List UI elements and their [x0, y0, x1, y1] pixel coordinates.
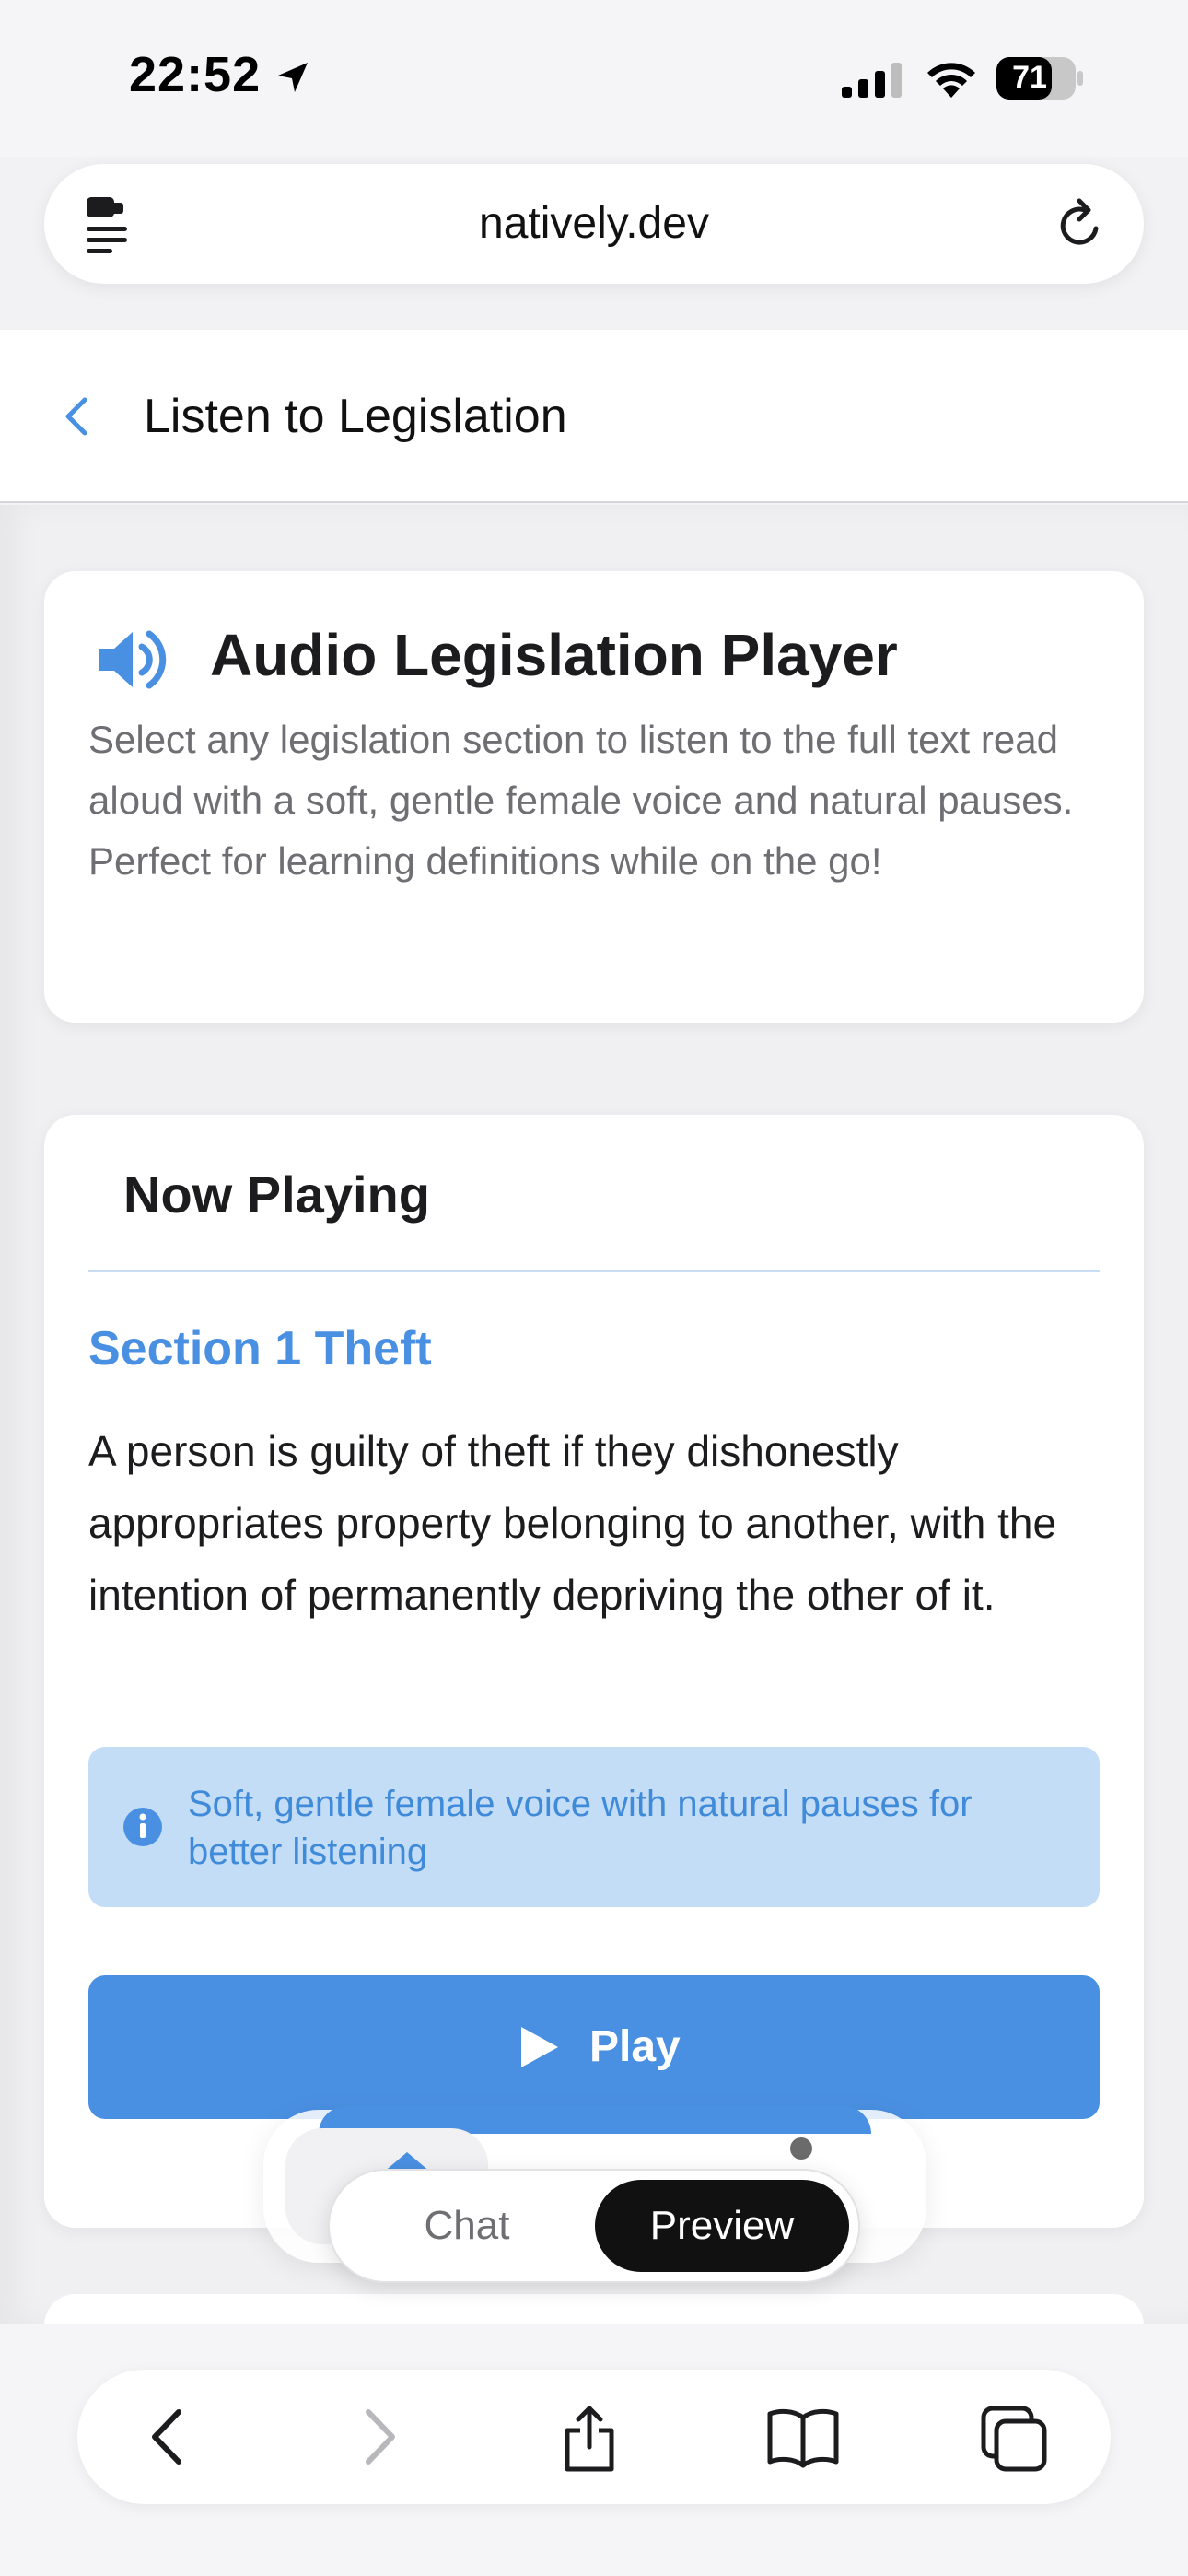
bookmarks-icon[interactable] [766, 2405, 840, 2469]
toolbar-pill [77, 2370, 1111, 2504]
next-card [44, 2294, 1144, 2324]
play-icon [521, 2027, 558, 2067]
reload-icon[interactable] [1055, 197, 1107, 252]
intro-card: Audio Legislation Player Select any legi… [44, 571, 1144, 1023]
status-time: 22:52 [129, 47, 262, 102]
nav-back-icon[interactable] [144, 2405, 190, 2469]
voice-info-banner: Soft, gentle female voice with natural p… [88, 1747, 1100, 1907]
location-arrow-icon [278, 63, 308, 92]
play-label: Play [589, 2022, 681, 2071]
chat-tab[interactable]: Chat [357, 2171, 577, 2281]
voice-info-text: Soft, gentle female voice with natural p… [188, 1784, 973, 1872]
status-bar: 22:52 71 [0, 0, 1188, 157]
back-chevron-icon[interactable] [63, 396, 90, 437]
share-icon[interactable] [560, 2405, 619, 2473]
now-playing-card: Now Playing Section 1 Theft A person is … [44, 1115, 1144, 2228]
player-title: Audio Legislation Player [210, 622, 898, 688]
preview-tab[interactable]: Preview [595, 2180, 849, 2272]
speaker-icon [99, 630, 167, 689]
page-title: Listen to Legislation [144, 390, 567, 443]
view-toggle: Chat Preview [328, 2169, 860, 2283]
url-text[interactable]: natively.dev [44, 164, 1144, 284]
play-button[interactable]: Play [88, 1975, 1100, 2119]
divider [88, 1270, 1100, 1272]
wifi-icon [927, 63, 975, 98]
app-header: Listen to Legislation [0, 330, 1188, 503]
now-playing-heading: Now Playing [123, 1165, 430, 1224]
battery-level: 71 [1012, 60, 1047, 95]
nav-forward-icon[interactable] [357, 2405, 403, 2469]
tabs-icon[interactable] [980, 2405, 1048, 2473]
main-content[interactable]: Audio Legislation Player Select any legi… [0, 505, 1188, 2324]
browser-toolbar [0, 2324, 1188, 2576]
section-title: Section 1 Theft [88, 1322, 432, 1376]
section-body: A person is guilty of theft if they dish… [88, 1427, 1057, 1619]
browser-address-bar[interactable]: natively.dev [44, 164, 1144, 284]
user-icon[interactable] [790, 2137, 812, 2160]
signal-icon [842, 63, 902, 98]
info-icon [123, 1808, 162, 1846]
player-description: Select any legislation section to listen… [88, 718, 1074, 883]
